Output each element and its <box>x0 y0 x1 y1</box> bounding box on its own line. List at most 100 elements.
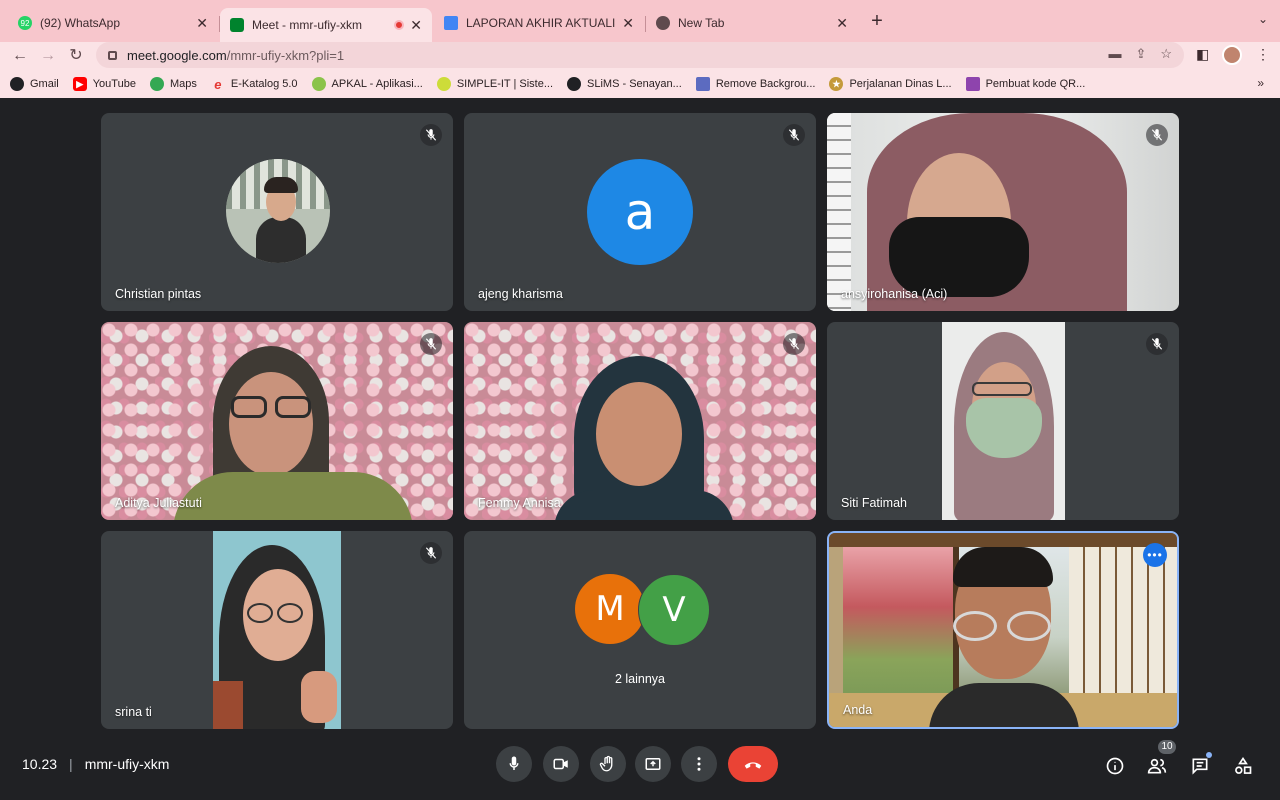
tab-bar: 92 (92) WhatsApp ✕ Meet - mmr-ufiy-xkm ✕… <box>0 0 1280 42</box>
bookmark-label: Gmail <box>30 78 59 90</box>
participant-tile-others[interactable]: M V 2 lainnya <box>464 531 816 729</box>
people-count-badge: 10 <box>1158 740 1176 754</box>
bookmark-youtube[interactable]: ▶ YouTube <box>72 77 136 91</box>
kebab-menu-icon[interactable]: ⋮ <box>1256 46 1270 63</box>
video-feed <box>213 531 341 729</box>
mic-off-icon <box>420 124 442 146</box>
tab-label: Meet - mmr-ufiy-xkm <box>252 18 362 32</box>
url-path: /mmr-ufiy-xkm?pli=1 <box>226 47 345 63</box>
bookmark-simple-it[interactable]: SIMPLE-IT | Siste... <box>436 77 553 91</box>
meeting-details-button[interactable] <box>1103 754 1127 778</box>
qr-code-icon <box>965 77 980 91</box>
youtube-icon: ▶ <box>72 77 87 91</box>
bookmark-star-icon[interactable]: ☆ <box>1160 46 1172 62</box>
participant-name: Christian pintas <box>115 287 202 301</box>
whatsapp-icon: 92 <box>18 16 32 30</box>
camera-button[interactable] <box>543 746 579 782</box>
present-screen-button[interactable] <box>635 746 671 782</box>
tab-new-tab[interactable]: New Tab ✕ <box>646 8 858 38</box>
bookmark-maps[interactable]: Maps <box>149 77 197 91</box>
new-tab-icon[interactable]: + <box>866 10 888 33</box>
more-options-icon[interactable]: ••• <box>1143 543 1167 567</box>
participant-name: Anda <box>843 703 873 717</box>
chevron-down-icon[interactable]: ⌄ <box>1258 12 1268 26</box>
mic-off-icon <box>783 124 805 146</box>
participant-tile-femmy[interactable]: Femmy Annisa <box>464 322 816 520</box>
recording-indicator-icon <box>394 20 405 30</box>
mic-off-icon <box>420 333 442 355</box>
participant-tile-ansyirohanisa[interactable]: ansyirohanisa (Aci) <box>827 113 1179 311</box>
info-icon <box>1106 757 1124 775</box>
mic-off-icon <box>1146 124 1168 146</box>
bookmark-label: Pembuat kode QR... <box>985 78 1086 90</box>
leave-call-button[interactable] <box>728 746 778 782</box>
participant-name: Aditya Juliastuti <box>115 496 202 510</box>
bookmark-ekatalog[interactable]: e E-Katalog 5.0 <box>211 76 297 92</box>
meeting-time: 10.23 <box>22 756 58 772</box>
tab-meet[interactable]: Meet - mmr-ufiy-xkm ✕ <box>220 8 432 42</box>
ekatalog-icon: e <box>214 76 222 92</box>
close-tab-icon[interactable]: ✕ <box>836 15 848 32</box>
docs-icon <box>444 16 458 30</box>
participant-tile-christian[interactable]: Christian pintas <box>101 113 453 311</box>
close-tab-icon[interactable]: ✕ <box>410 17 422 34</box>
close-tab-icon[interactable]: ✕ <box>622 15 634 32</box>
participant-name: ajeng kharisma <box>478 287 563 301</box>
participant-tile-aditya[interactable]: Aditya Juliastuti <box>101 322 453 520</box>
reload-icon[interactable]: ↻ <box>64 44 88 68</box>
video-camera-icon <box>553 758 568 770</box>
video-feed <box>101 322 453 520</box>
microphone-button[interactable] <box>496 746 532 782</box>
apkal-icon <box>311 77 326 91</box>
simple-it-icon <box>436 77 451 91</box>
activities-shapes-icon <box>1235 756 1252 774</box>
bookmark-label: Remove Backgrou... <box>715 78 816 90</box>
tab-docs[interactable]: LAPORAN AKHIR AKTUALISASI ✕ <box>434 8 644 38</box>
more-bookmarks-icon[interactable]: » <box>1257 76 1264 90</box>
avatar: a <box>587 159 693 265</box>
meet-icon <box>230 18 244 32</box>
bookmark-remove-bg[interactable]: Remove Backgrou... <box>695 77 816 91</box>
bookmark-apkal[interactable]: APKAL - Aplikasi... <box>311 77 423 91</box>
close-tab-icon[interactable]: ✕ <box>196 15 208 32</box>
microphone-icon <box>509 756 519 770</box>
profile-avatar[interactable] <box>1222 45 1242 65</box>
participant-tile-siti[interactable]: Siti Fatimah <box>827 322 1179 520</box>
participant-tile-srina[interactable]: srina ti <box>101 531 453 729</box>
kebab-menu-icon <box>697 757 701 771</box>
bookmark-gmail[interactable]: Gmail <box>10 77 59 91</box>
people-icon <box>1147 758 1167 774</box>
camera-in-use-icon[interactable]: ▬ <box>1108 46 1121 62</box>
back-arrow-icon[interactable]: ← <box>8 44 32 68</box>
meeting-info: 10.23 | mmr-ufiy-xkm <box>22 756 169 772</box>
side-panel-icon[interactable]: ◧ <box>1196 46 1209 63</box>
tab-whatsapp[interactable]: 92 (92) WhatsApp ✕ <box>8 8 218 38</box>
bookmark-slims[interactable]: SLiMS - Senayan... <box>567 77 682 91</box>
globe-icon <box>567 77 582 91</box>
chat-notification-dot <box>1206 752 1212 758</box>
globe-icon <box>10 77 24 91</box>
bookmark-qr-code[interactable]: Pembuat kode QR... <box>965 77 1086 91</box>
maps-pin-icon <box>149 77 164 91</box>
bookmark-perjalanan-dinas[interactable]: ★ Perjalanan Dinas L... <box>829 77 952 91</box>
participant-name: ansyirohanisa (Aci) <box>841 287 948 301</box>
address-bar[interactable]: meet.google.com/mmr-ufiy-xkm?pli=1 ▬ ⇪ ☆ <box>96 42 1184 68</box>
raise-hand-button[interactable] <box>590 746 626 782</box>
activities-button[interactable] <box>1231 754 1255 778</box>
video-feed <box>827 113 1179 311</box>
bookmark-label: YouTube <box>92 78 136 90</box>
people-button[interactable] <box>1145 754 1169 778</box>
share-icon[interactable]: ⇪ <box>1135 46 1146 62</box>
mic-off-icon <box>783 333 805 355</box>
lock-icon <box>108 50 117 60</box>
mic-off-icon <box>420 542 442 564</box>
forward-arrow-icon[interactable]: → <box>36 44 60 68</box>
participant-tile-self[interactable]: ••• Anda <box>827 531 1179 729</box>
tab-label: (92) WhatsApp <box>40 16 121 30</box>
more-options-button[interactable] <box>681 746 717 782</box>
participant-tile-ajeng[interactable]: a ajeng kharisma <box>464 113 816 311</box>
participant-name: srina ti <box>115 705 152 719</box>
video-feed <box>942 322 1065 520</box>
url-host: meet.google.com <box>127 47 227 63</box>
hang-up-icon <box>744 762 762 769</box>
